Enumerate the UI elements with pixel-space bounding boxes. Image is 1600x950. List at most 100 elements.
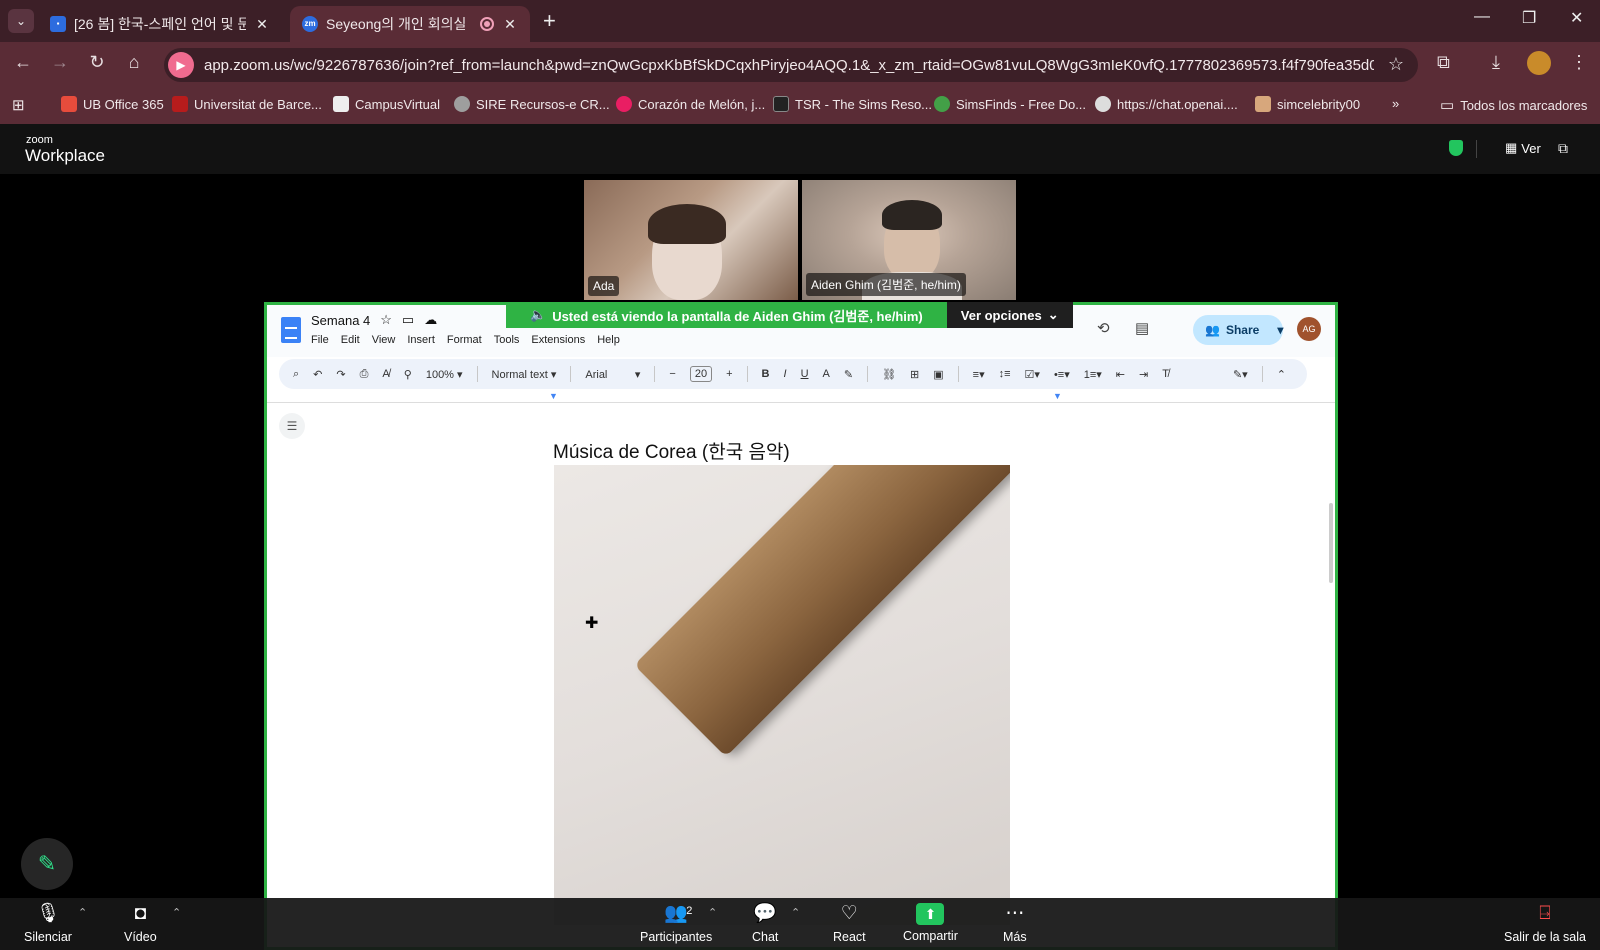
video-tile-ada[interactable]: Ada [584, 180, 798, 300]
url-text[interactable]: app.zoom.us/wc/9226787636/join?ref_from=… [204, 57, 1374, 74]
numbered-list-icon[interactable]: 1≡▾ [1084, 368, 1102, 381]
more-button[interactable]: ⋯ Más [1003, 902, 1027, 944]
chevron-up-icon[interactable]: ⌃ [791, 906, 800, 919]
cloud-icon[interactable]: ☁ [424, 312, 437, 328]
style-select[interactable]: Normal text ▾ [492, 368, 557, 381]
print-icon[interactable]: ⎙ [360, 368, 369, 381]
spellcheck-icon[interactable]: A̸ [382, 368, 389, 380]
doc-page[interactable]: ☰ Música de Corea (한국 음악) ✚ [267, 403, 1335, 947]
menu-help[interactable]: Help [597, 334, 620, 346]
leave-button[interactable]: ⍈ Salir de la sala [1504, 902, 1586, 944]
all-bookmarks-folder[interactable]: ▭ Todos los marcadores [1440, 96, 1587, 114]
doc-heading[interactable]: Música de Corea (한국 음악) [553, 437, 790, 464]
link-icon[interactable]: ⛓ [882, 368, 896, 381]
omnibox[interactable]: ▶ app.zoom.us/wc/9226787636/join?ref_fro… [164, 48, 1418, 82]
bookmark-item[interactable]: UB Office 365 [61, 96, 164, 112]
checklist-icon[interactable]: ☑▾ [1025, 368, 1040, 381]
profile-avatar[interactable] [1527, 51, 1551, 75]
comment-icon[interactable]: ▤ [1135, 319, 1149, 337]
close-icon[interactable]: ✕ [254, 16, 270, 33]
star-icon[interactable]: ☆ [380, 312, 392, 328]
underline-icon[interactable]: U [801, 368, 809, 380]
annotate-pencil-button[interactable]: ✎ [21, 838, 73, 890]
history-icon[interactable]: ⟲ [1097, 319, 1110, 337]
restore-icon[interactable]: ❐ [1522, 8, 1536, 28]
share-screen-button[interactable]: ⬆ Compartir [903, 902, 958, 943]
zoom-select[interactable]: 100% ▾ [426, 368, 463, 381]
menu-file[interactable]: File [311, 334, 329, 346]
menu-tools[interactable]: Tools [494, 334, 520, 346]
view-options-button[interactable]: Ver opciones ⌄ [946, 302, 1073, 328]
indent-marker-icon[interactable]: ▼ [1053, 391, 1062, 401]
extensions-icon[interactable]: ⧉ [1437, 52, 1450, 73]
search-icon[interactable]: ⌕ [293, 368, 299, 381]
tab-class[interactable]: ▪ [26 봄] 한국-스페인 언어 및 문화 ✕ [38, 6, 282, 42]
close-icon[interactable]: ✕ [502, 16, 518, 33]
doc-title[interactable]: Semana 4 [311, 313, 370, 328]
gayageum-image[interactable] [554, 465, 1010, 925]
forward-icon[interactable]: → [49, 52, 71, 73]
menu-icon[interactable]: ⋮ [1570, 52, 1588, 73]
home-icon[interactable]: ⌂ [123, 52, 145, 73]
font-select[interactable]: Arial ▾ [585, 368, 640, 381]
avatar[interactable]: AG [1297, 317, 1321, 341]
back-icon[interactable]: ← [12, 52, 34, 73]
participants-button[interactable]: 👥 2 Participantes [640, 902, 712, 944]
paint-format-icon[interactable]: ⚲ [404, 368, 412, 381]
bookmark-item[interactable]: SIRE Recursos-e CR... [454, 96, 610, 112]
clear-formatting-icon[interactable]: T̸ [1162, 368, 1169, 380]
increase-font-icon[interactable]: + [726, 368, 732, 380]
reload-icon[interactable]: ↻ [86, 52, 108, 73]
chevron-up-icon[interactable]: ⌃ [172, 906, 181, 919]
bookmark-star-icon[interactable]: ☆ [1388, 54, 1404, 75]
decrease-indent-icon[interactable]: ⇤ [1116, 368, 1125, 381]
react-button[interactable]: ♡ React [833, 902, 866, 944]
mute-button[interactable]: 🎙 Silenciar [24, 902, 72, 944]
scrollbar[interactable] [1329, 503, 1333, 583]
bookmark-item[interactable]: SimsFinds - Free Do... [934, 96, 1086, 112]
editing-mode-icon[interactable]: ✎▾ [1233, 368, 1248, 381]
menu-format[interactable]: Format [447, 334, 482, 346]
redo-icon[interactable]: ↷ [336, 368, 345, 381]
chevron-up-icon[interactable]: ⌃ [78, 906, 87, 919]
bookmark-item[interactable]: Universitat de Barce... [172, 96, 322, 112]
chevron-up-icon[interactable]: ⌃ [708, 906, 717, 919]
encryption-shield-icon[interactable] [1449, 140, 1463, 156]
text-color-icon[interactable]: A [823, 368, 830, 380]
align-icon[interactable]: ≡▾ [973, 368, 985, 381]
view-button[interactable]: ▦ Ver [1505, 140, 1541, 156]
more-bookmarks-icon[interactable]: » [1392, 96, 1399, 111]
bookmark-item[interactable]: https://chat.openai.... [1095, 96, 1238, 112]
bold-icon[interactable]: B [762, 368, 770, 380]
highlight-icon[interactable]: ✎ [844, 368, 853, 381]
italic-icon[interactable]: I [784, 368, 787, 380]
bookmark-item[interactable]: Corazón de Melón, j... [616, 96, 765, 112]
menu-extensions[interactable]: Extensions [531, 334, 585, 346]
menu-insert[interactable]: Insert [407, 334, 435, 346]
menu-view[interactable]: View [372, 334, 396, 346]
add-comment-icon[interactable]: ⊞ [910, 368, 919, 381]
minimize-icon[interactable]: — [1474, 8, 1490, 26]
new-tab-button[interactable]: + [543, 8, 556, 34]
insert-image-icon[interactable]: ▣ [933, 368, 943, 381]
picture-in-picture-icon[interactable]: ⧉ [1558, 140, 1568, 157]
indent-marker-icon[interactable]: ▼ [549, 391, 558, 401]
share-button[interactable]: 👥 Share ▾ [1193, 315, 1283, 345]
decrease-font-icon[interactable]: − [669, 368, 675, 380]
increase-indent-icon[interactable]: ⇥ [1139, 368, 1148, 381]
bullet-list-icon[interactable]: •≡▾ [1054, 368, 1070, 381]
collapse-menus-icon[interactable]: ⌃ [1277, 368, 1286, 381]
chat-button[interactable]: 💬 Chat [752, 902, 778, 944]
video-button[interactable]: ◘ Vídeo [124, 902, 157, 944]
docs-icon[interactable] [281, 317, 301, 343]
undo-icon[interactable]: ↶ [313, 368, 322, 381]
bookmark-item[interactable]: TSR - The Sims Reso... [773, 96, 932, 112]
video-tile-aiden[interactable]: Aiden Ghim (김범준, he/him) [802, 180, 1016, 300]
tab-zoom-meeting[interactable]: zm Seyeong의 개인 회의실 ✕ [290, 6, 530, 42]
camera-icon[interactable]: ▶ [168, 52, 194, 78]
move-folder-icon[interactable]: ▭ [402, 312, 414, 328]
apps-icon[interactable]: ⊞ [12, 96, 25, 114]
line-spacing-icon[interactable]: ↕≡ [999, 368, 1011, 380]
font-size-input[interactable]: 20 [689, 366, 713, 382]
outline-icon[interactable]: ☰ [279, 413, 305, 439]
